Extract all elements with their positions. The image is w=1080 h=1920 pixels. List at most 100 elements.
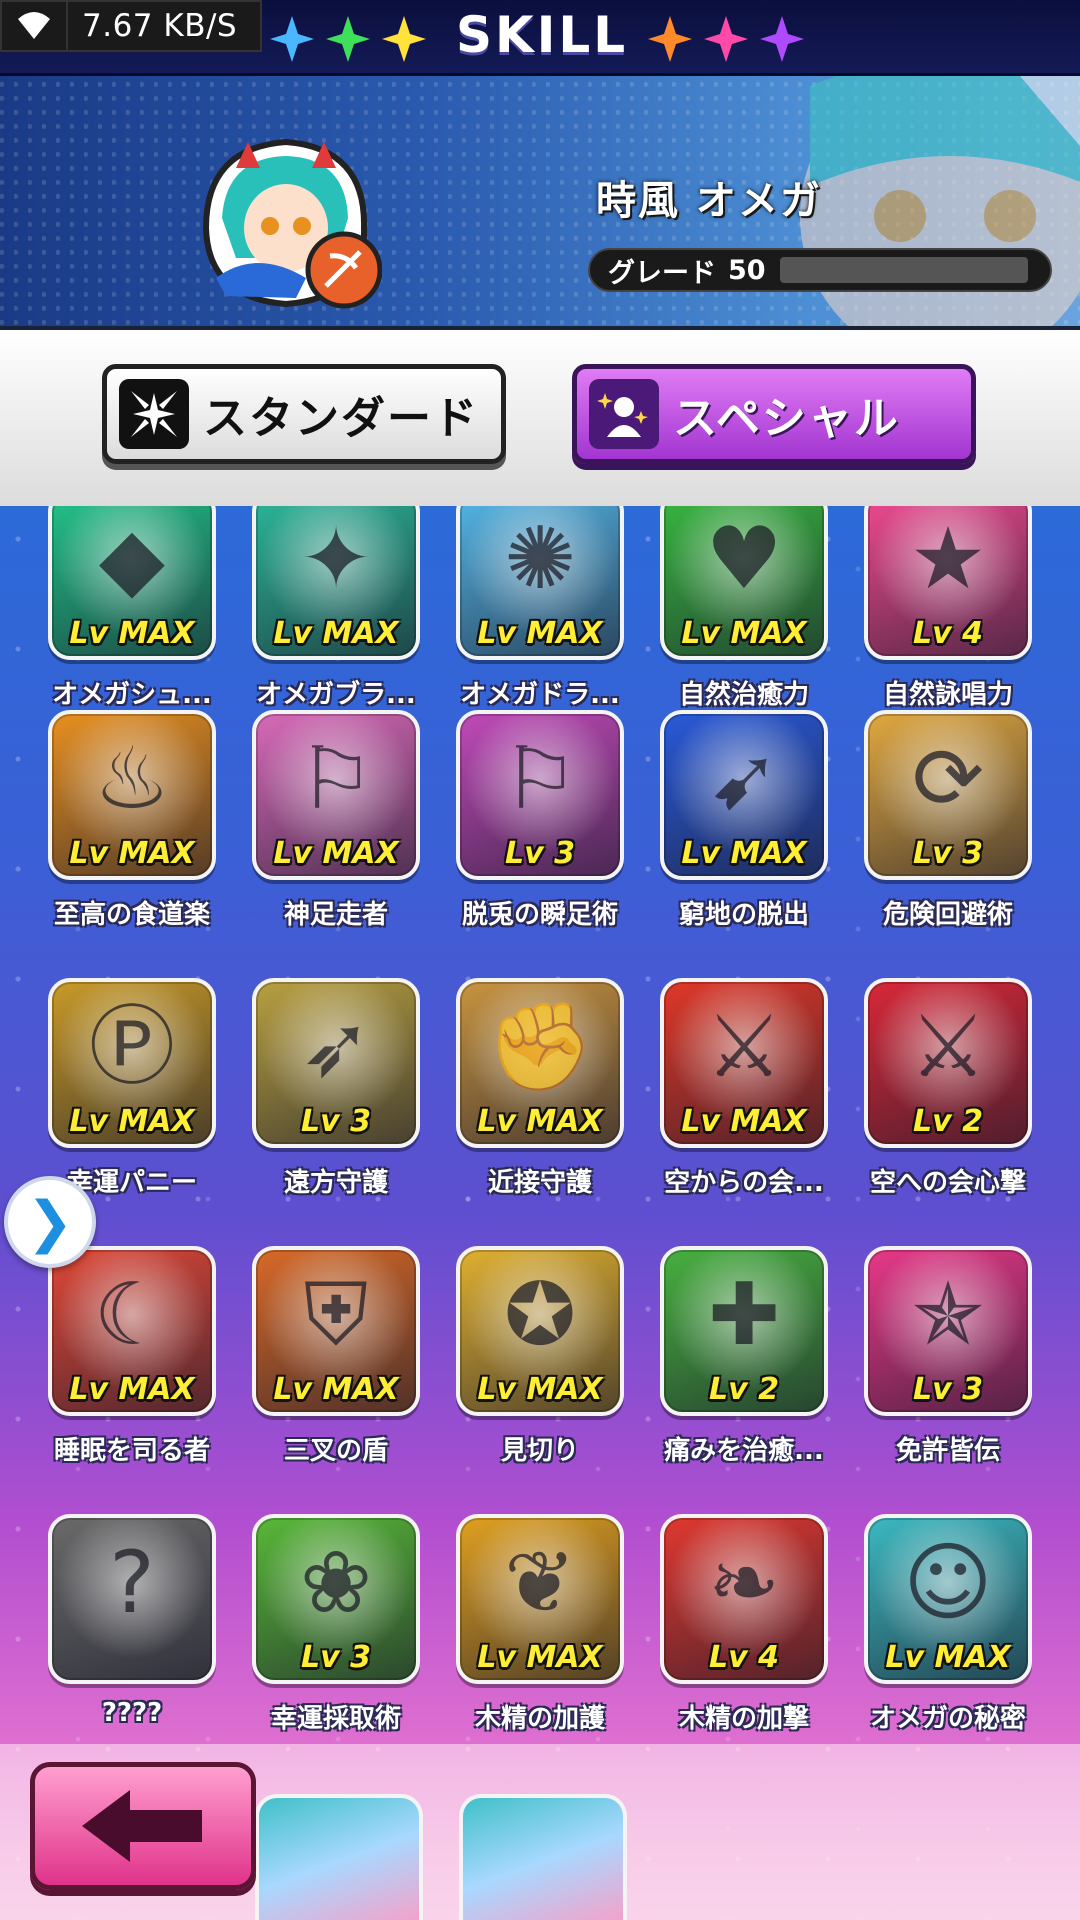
- skill-level-label: Lv 2: [709, 1372, 779, 1407]
- skill-card[interactable]: ➶ Lv 3 遠方守護: [246, 978, 426, 1222]
- skill-name: 窮地の脱出: [678, 900, 809, 930]
- skill-name: 睡眠を司る者: [53, 1436, 210, 1466]
- skill-name: 脱兎の瞬足術: [461, 900, 618, 930]
- skill-name: 木精の加撃: [678, 1704, 809, 1734]
- skill-level-label: Lv MAX: [69, 1372, 195, 1407]
- skill-card[interactable]: ✺ Lv MAX オメガドラ...: [450, 506, 630, 734]
- network-status: 7.67 KB/S: [0, 0, 262, 52]
- skill-tab-area: スタンダード スペシャル: [0, 330, 1080, 506]
- skill-level-label: Lv MAX: [273, 1372, 399, 1407]
- back-button[interactable]: [30, 1762, 256, 1890]
- top-bar: 7.67 KB/S SKILL: [0, 0, 1080, 76]
- skill-level-label: Lv MAX: [681, 1104, 807, 1139]
- skill-card[interactable]: ➹ Lv MAX 窮地の脱出: [654, 710, 834, 954]
- skill-level-label: Lv 2: [913, 1104, 983, 1139]
- skill-name: 近接守護: [487, 1168, 592, 1198]
- skill-card[interactable]: ✯ Lv 3 免許皆伝: [858, 1246, 1038, 1490]
- skill-level-label: Lv 4: [913, 616, 983, 651]
- skill-name: 見切り: [500, 1436, 579, 1466]
- skill-level-label: Lv MAX: [885, 1640, 1011, 1675]
- character-name: 時風 オメガ: [596, 178, 822, 224]
- skill-card[interactable]: ✪ Lv MAX 見切り: [450, 1246, 630, 1490]
- arrow-left-icon: [82, 1790, 202, 1862]
- skill-name: 神足走者: [283, 900, 388, 930]
- partial-skill-card[interactable]: [459, 1794, 627, 1920]
- skill-card[interactable]: ⚐ Lv 3 脱兎の瞬足術: [450, 710, 630, 954]
- skill-name: 危険回避術: [882, 900, 1013, 930]
- next-page-arrow-icon[interactable]: ❯: [4, 1176, 96, 1268]
- skill-card[interactable]: ⟳ Lv 3 危険回避術: [858, 710, 1038, 954]
- skill-level-label: Lv MAX: [69, 1104, 195, 1139]
- grade-bar: グレード 50: [588, 248, 1052, 292]
- skill-card[interactable]: ⚔ Lv 2 空への会心撃: [858, 978, 1038, 1222]
- skill-level-label: Lv MAX: [477, 616, 603, 651]
- skill-card[interactable]: ⛨ Lv MAX 三叉の盾: [246, 1246, 426, 1490]
- skill-level-label: Lv MAX: [477, 1104, 603, 1139]
- skill-grid: ◆ Lv MAX オメガシュ... ✦ Lv MAX オメガブラ... ✺ Lv MAX オメガ…: [0, 506, 1080, 1920]
- skill-card[interactable]: ☺ Lv MAX オメガの秘密: [858, 1514, 1038, 1758]
- sparkle-decoration-right: [648, 14, 804, 64]
- skill-level-label: Lv 3: [301, 1104, 371, 1139]
- skill-card[interactable]: ✊ Lv MAX 近接守護: [450, 978, 630, 1222]
- character-avatar[interactable]: [196, 128, 383, 314]
- skill-card[interactable]: ☾ Lv MAX 睡眠を司る者: [42, 1246, 222, 1490]
- skill-level-label: Lv MAX: [681, 616, 807, 651]
- skill-name: 空への会心撃: [869, 1168, 1026, 1198]
- skill-level-label: Lv 3: [505, 836, 575, 871]
- tab-standard[interactable]: スタンダード: [102, 364, 506, 464]
- sparkle-decoration-left: [270, 14, 426, 64]
- skill-name: オメガシュ...: [52, 680, 212, 710]
- skill-name: 自然治癒力: [678, 680, 809, 710]
- tab-special[interactable]: スペシャル: [572, 364, 976, 464]
- skill-card[interactable]: ✚ Lv 2 痛みを治癒...: [654, 1246, 834, 1490]
- grade-progress-track: [779, 257, 1028, 283]
- skill-name: オメガブラ...: [256, 680, 416, 710]
- partial-skill-card[interactable]: [255, 1794, 423, 1920]
- skill-name: ????: [101, 1698, 163, 1728]
- skill-level-label: Lv MAX: [477, 1640, 603, 1675]
- skill-name: 至高の食道楽: [53, 900, 210, 930]
- skill-card[interactable]: ⚔ Lv MAX 空からの会...: [654, 978, 834, 1222]
- special-tab-icon: [589, 379, 659, 449]
- skill-card[interactable]: ❧ Lv 4 木精の加撃: [654, 1514, 834, 1758]
- skill-card[interactable]: ❦ Lv MAX 木精の加護: [450, 1514, 630, 1758]
- skill-level-label: Lv 3: [913, 1372, 983, 1407]
- skill-level-label: Lv 3: [913, 836, 983, 871]
- screen-title: SKILL: [456, 6, 629, 64]
- skill-card[interactable]: ♥ Lv MAX 自然治癒力: [654, 506, 834, 734]
- skill-card[interactable]: ★ Lv 4 自然詠唱力: [858, 506, 1038, 734]
- skill-level-label: Lv MAX: [681, 836, 807, 871]
- tab-standard-label: スタンダード: [203, 393, 479, 444]
- skill-level-label: Lv MAX: [273, 616, 399, 651]
- skill-card[interactable]: ⚐ Lv MAX 神足走者: [246, 710, 426, 954]
- skill-level-label: Lv MAX: [273, 836, 399, 871]
- skill-name: 自然詠唱力: [882, 680, 1013, 710]
- skill-name: 空からの会...: [664, 1168, 824, 1198]
- locked-icon: ?: [48, 1514, 216, 1684]
- character-banner: 時風 オメガ グレード 50: [0, 76, 1080, 330]
- skill-name: オメガの秘密: [869, 1704, 1026, 1734]
- skill-level-label: Lv MAX: [69, 616, 195, 651]
- skill-name: 遠方守護: [283, 1168, 388, 1198]
- grade-value: 50: [728, 254, 766, 286]
- skill-name: 痛みを治癒...: [664, 1436, 824, 1466]
- skill-level-label: Lv MAX: [69, 836, 195, 871]
- skill-level-label: Lv MAX: [477, 1372, 603, 1407]
- skill-name: 幸運採取術: [270, 1704, 401, 1734]
- skill-name: 三叉の盾: [283, 1436, 388, 1466]
- skill-card[interactable]: ♨ Lv MAX 至高の食道楽: [42, 710, 222, 954]
- skill-card[interactable]: ❀ Lv 3 幸運採取術: [246, 1514, 426, 1758]
- skill-card[interactable]: ✦ Lv MAX オメガブラ...: [246, 506, 426, 734]
- network-speed: 7.67 KB/S: [82, 8, 238, 44]
- skill-name: オメガドラ...: [460, 680, 620, 710]
- skill-name: 木精の加護: [474, 1704, 605, 1734]
- skill-name: 免許皆伝: [895, 1436, 1000, 1466]
- wifi-icon: [2, 2, 68, 50]
- tab-special-label: スペシャル: [673, 393, 900, 444]
- skill-level-label: Lv 3: [301, 1640, 371, 1675]
- skill-level-label: Lv 4: [709, 1640, 779, 1675]
- grade-label: グレード: [608, 257, 716, 289]
- standard-tab-icon: [119, 379, 189, 449]
- skill-card[interactable]: ◆ Lv MAX オメガシュ...: [42, 506, 222, 734]
- skill-card[interactable]: ?????: [42, 1514, 222, 1758]
